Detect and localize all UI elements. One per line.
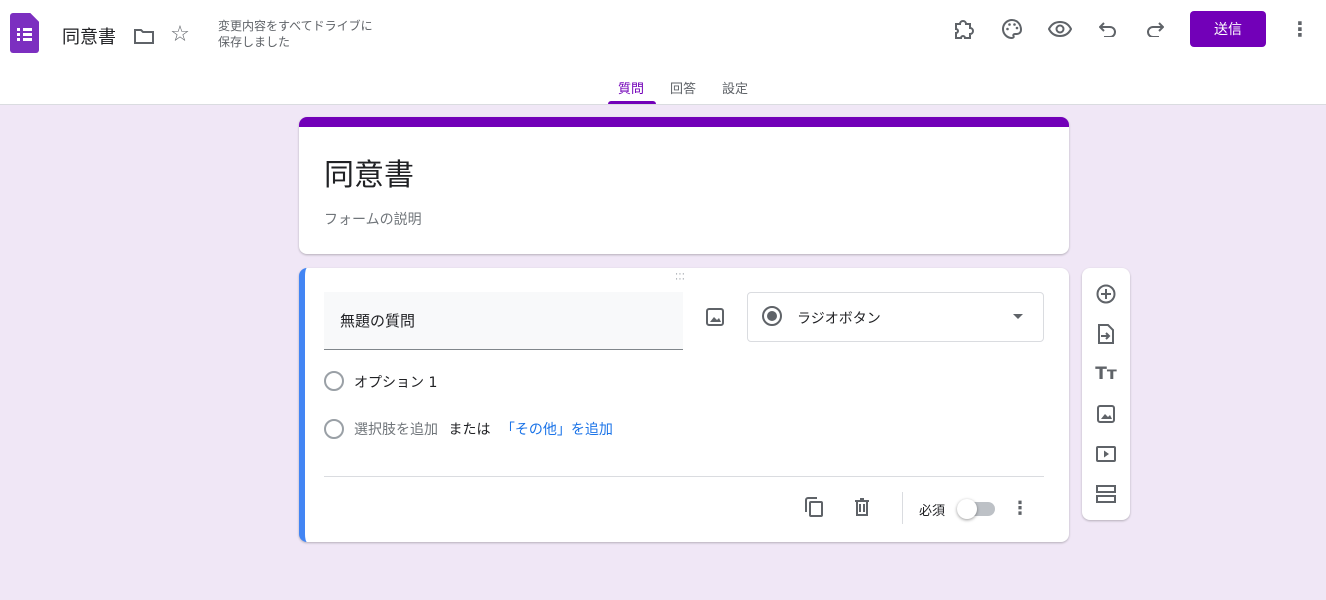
document-title[interactable]: 同意書 — [62, 23, 116, 49]
add-title-text-icon[interactable]: Tт — [1094, 362, 1118, 386]
forms-logo-icon[interactable] — [10, 13, 39, 53]
add-other-link[interactable]: 「その他」を追加 — [501, 422, 613, 438]
import-questions-icon[interactable] — [1094, 322, 1118, 346]
tab-settings[interactable]: 設定 — [722, 78, 748, 97]
folder-icon[interactable] — [132, 24, 156, 48]
or-text: または — [448, 422, 491, 438]
footer-divider — [324, 476, 1044, 477]
addons-puzzle-icon[interactable] — [952, 17, 976, 41]
question-title-text: 無題の質問 — [340, 312, 416, 330]
drag-handle-icon[interactable]: ⋯ ⋯ — [675, 270, 686, 285]
form-title-card: 同意書 フォームの説明 — [299, 117, 1069, 254]
redo-icon[interactable] — [1143, 17, 1167, 41]
preview-eye-icon[interactable] — [1047, 17, 1073, 41]
more-vert-icon[interactable]: ⋮ — [1288, 17, 1312, 41]
question-title-input[interactable]: 無題の質問 — [324, 292, 683, 350]
add-image-icon[interactable] — [703, 305, 727, 329]
delete-trash-icon[interactable] — [850, 495, 874, 519]
tab-active-indicator — [608, 101, 656, 104]
side-toolbar: Tт — [1082, 268, 1130, 520]
chevron-down-icon — [1013, 314, 1023, 319]
form-description-input[interactable]: フォームの説明 — [324, 209, 422, 229]
footer-vertical-divider — [902, 492, 903, 524]
required-toggle[interactable] — [957, 499, 995, 519]
tab-responses[interactable]: 回答 — [670, 78, 696, 97]
save-status: 変更内容をすべてドライブに 保存しました — [218, 18, 373, 50]
add-option-row: 選択肢を追加 または 「その他」を追加 — [354, 419, 613, 439]
required-label: 必須 — [919, 504, 946, 519]
question-type-dropdown[interactable]: ラジオボタン — [747, 292, 1044, 342]
undo-icon[interactable] — [1096, 17, 1120, 41]
question-type-label: ラジオボタン — [797, 311, 881, 327]
option-radio — [324, 371, 344, 391]
add-video-icon[interactable] — [1094, 442, 1118, 466]
add-image-icon[interactable] — [1094, 402, 1118, 426]
tab-questions[interactable]: 質問 — [618, 78, 644, 97]
save-status-line1: 変更内容をすべてドライブに — [218, 19, 373, 33]
question-card: ⋯ ⋯ 無題の質問 ラジオボタン オプション 1 選択肢を追加 または 「その他」… — [299, 268, 1069, 542]
add-option-radio — [324, 419, 344, 439]
send-button[interactable]: 送信 — [1190, 11, 1266, 47]
option-1-input[interactable]: オプション 1 — [354, 372, 437, 392]
radio-type-icon — [762, 306, 782, 326]
form-title-input[interactable]: 同意書 — [324, 150, 414, 194]
question-more-icon[interactable]: ⋮ — [1008, 496, 1032, 520]
save-status-line2: 保存しました — [218, 35, 291, 49]
add-option-link[interactable]: 選択肢を追加 — [354, 422, 438, 438]
duplicate-icon[interactable] — [802, 495, 826, 519]
add-question-icon[interactable] — [1094, 282, 1118, 306]
star-icon[interactable]: ☆ — [168, 22, 192, 47]
palette-icon[interactable] — [1000, 17, 1024, 41]
add-section-icon[interactable] — [1094, 482, 1118, 506]
accent-bar — [299, 117, 1069, 127]
top-bar: 同意書 ☆ 変更内容をすべてドライブに 保存しました 送信 ⋮ 質問 回答 設定 — [0, 0, 1326, 105]
